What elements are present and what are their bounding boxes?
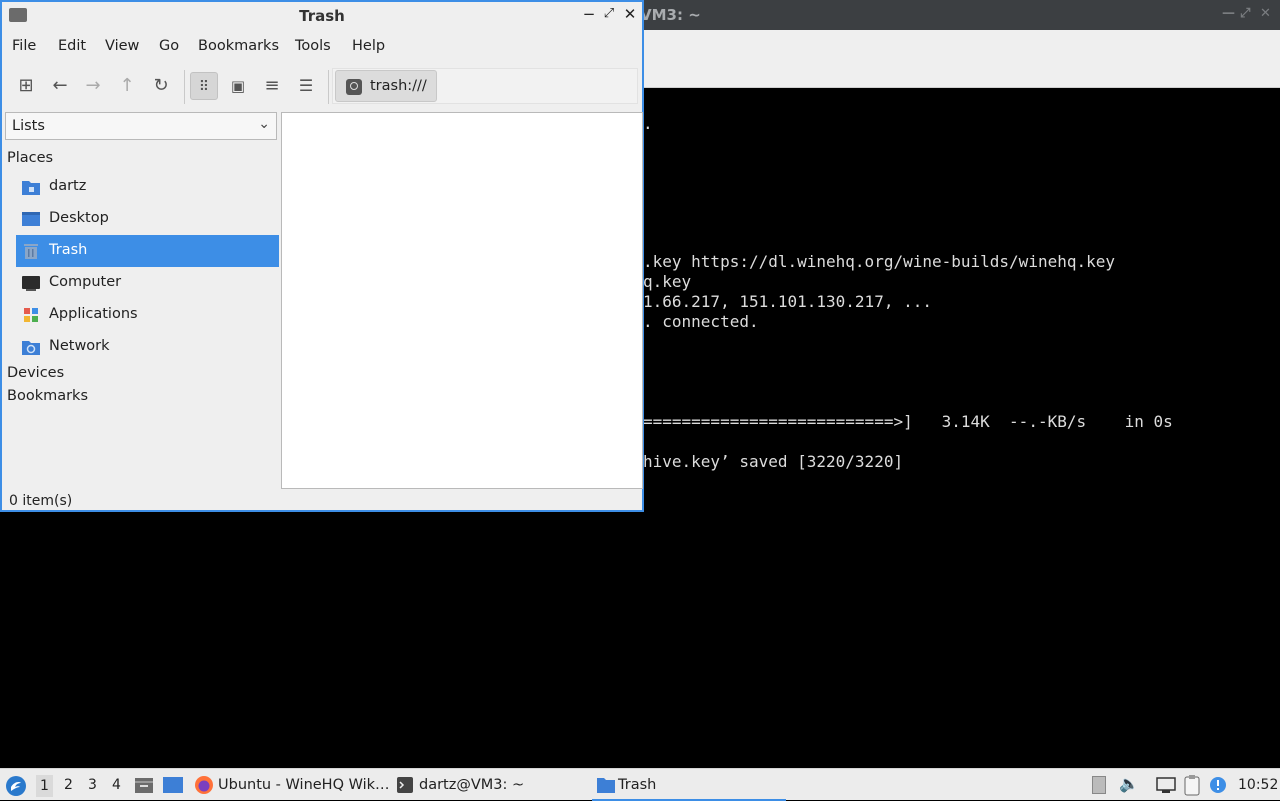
task-terminal[interactable]: dartz@VM3: ~: [394, 769, 584, 801]
show-desktop-icon[interactable]: [162, 776, 184, 794]
forward-arrow-icon[interactable]: →: [79, 72, 107, 100]
place-label: dartz: [49, 178, 87, 194]
terminal-line: .key https://dl.winehq.org/wine-builds/w…: [643, 252, 1116, 271]
menu-edit[interactable]: Edit: [58, 38, 86, 54]
menubar: File Edit View Go Bookmarks Tools Help: [2, 32, 642, 60]
place-label: Applications: [49, 306, 138, 322]
terminal-line: ==========================>] 3.14K --.-K…: [643, 412, 1173, 431]
side-pane-mode-value: Lists: [12, 118, 45, 134]
toolbar: ⊞ ← → ↑ ↻ ⠿ ▣ ≡ ☰ trash:///: [2, 64, 642, 106]
workspace-4[interactable]: 4: [112, 777, 121, 793]
applications-icon: [24, 308, 38, 322]
place-label: Computer: [49, 274, 122, 290]
chevron-down-icon: ⌄: [258, 116, 270, 132]
window-title: Trash: [299, 7, 345, 25]
folder-icon: [597, 778, 615, 793]
terminal-icon: [397, 777, 413, 793]
minimize-icon[interactable]: −: [579, 5, 599, 23]
task-trash[interactable]: Trash: [592, 769, 786, 801]
clock[interactable]: 10:52: [1238, 777, 1278, 793]
trash-icon: [24, 244, 38, 259]
maximize-icon[interactable]: ⤢: [1240, 6, 1250, 21]
place-item-applications[interactable]: Applications: [16, 299, 279, 331]
workspace-2[interactable]: 2: [64, 777, 73, 793]
computer-icon: [22, 276, 40, 291]
location-button[interactable]: trash:///: [335, 70, 437, 102]
section-devices[interactable]: Devices: [7, 365, 64, 381]
location-bar[interactable]: trash:///: [332, 68, 638, 104]
terminal-line: . connected.: [643, 312, 759, 331]
fm-titlebar[interactable]: Trash − ⤢ ✕: [2, 2, 642, 30]
desktop-icon: [22, 212, 40, 226]
icon-view-icon[interactable]: ⠿: [190, 72, 218, 100]
menu-go[interactable]: Go: [159, 38, 179, 54]
section-places[interactable]: Places: [7, 150, 53, 166]
task-firefox[interactable]: Ubuntu - WineHQ Wik…: [192, 769, 390, 801]
menu-view[interactable]: View: [105, 38, 139, 54]
terminal-line: q.key: [643, 272, 692, 291]
toolbar-separator: [328, 70, 329, 104]
network-icon: [22, 341, 40, 355]
thumbnail-view-icon[interactable]: ▣: [224, 72, 252, 100]
firefox-icon: [195, 776, 213, 794]
task-label: Ubuntu - WineHQ Wik…: [218, 777, 390, 793]
terminal-line: 1.66.217, 151.101.130.217, ...: [643, 292, 932, 311]
side-pane-mode-select[interactable]: Lists ⌄: [5, 112, 277, 140]
location-text: trash:///: [370, 78, 427, 94]
place-label: Desktop: [49, 210, 109, 226]
terminal-title: VM3: ~: [640, 6, 701, 24]
clipboard-icon[interactable]: [1182, 774, 1202, 796]
update-notifier-icon[interactable]: [1208, 775, 1228, 795]
menu-help[interactable]: Help: [352, 38, 385, 54]
file-manager-launcher-icon[interactable]: [134, 776, 154, 794]
place-item-desktop[interactable]: Desktop: [16, 203, 279, 235]
place-label: Trash: [49, 242, 88, 258]
toolbar-separator: [184, 70, 185, 104]
terminal-line: hive.key’ saved [3220/3220]: [643, 452, 904, 471]
volume-icon[interactable]: 🔈: [1119, 774, 1139, 793]
place-item-dartz[interactable]: dartz: [16, 171, 279, 203]
detailed-view-icon[interactable]: ☰: [292, 72, 320, 100]
back-arrow-icon[interactable]: ←: [46, 72, 74, 100]
network-tray-icon[interactable]: [1156, 776, 1176, 794]
place-item-computer[interactable]: Computer: [16, 267, 279, 299]
menu-bookmarks[interactable]: Bookmarks: [198, 38, 279, 54]
file-manager-window: Trash − ⤢ ✕ File Edit View Go Bookmarks …: [0, 0, 644, 512]
taskbar: 1 2 3 4 Ubuntu - WineHQ Wik… dartz@VM3: …: [0, 768, 1280, 801]
reload-icon[interactable]: ↻: [147, 72, 175, 100]
place-label: Network: [49, 338, 110, 354]
compact-view-icon[interactable]: ≡: [258, 72, 286, 100]
terminal-line: .: [643, 114, 653, 133]
task-label: dartz@VM3: ~: [419, 777, 525, 793]
up-arrow-icon[interactable]: ↑: [113, 72, 141, 100]
status-bar-text: 0 item(s): [9, 493, 73, 509]
task-label: Trash: [618, 777, 657, 793]
place-item-network[interactable]: Network: [16, 331, 279, 363]
drive-icon: [346, 79, 362, 95]
minimize-icon[interactable]: —: [1222, 6, 1235, 21]
workspace-3[interactable]: 3: [88, 777, 97, 793]
start-menu-icon[interactable]: [5, 775, 27, 797]
close-icon[interactable]: ✕: [620, 5, 640, 23]
section-bookmarks[interactable]: Bookmarks: [7, 388, 88, 404]
menu-tools[interactable]: Tools: [295, 38, 331, 54]
file-list-view[interactable]: [281, 112, 643, 489]
close-icon[interactable]: ✕: [1260, 6, 1271, 21]
tray-arrow-icon[interactable]: [1092, 776, 1106, 794]
place-item-trash[interactable]: Trash: [16, 235, 279, 267]
workspace-1[interactable]: 1: [36, 775, 53, 797]
menu-file[interactable]: File: [12, 38, 36, 54]
home-folder-icon: [22, 181, 40, 195]
new-tab-icon[interactable]: ⊞: [12, 72, 40, 100]
maximize-icon[interactable]: ⤢: [599, 6, 619, 21]
